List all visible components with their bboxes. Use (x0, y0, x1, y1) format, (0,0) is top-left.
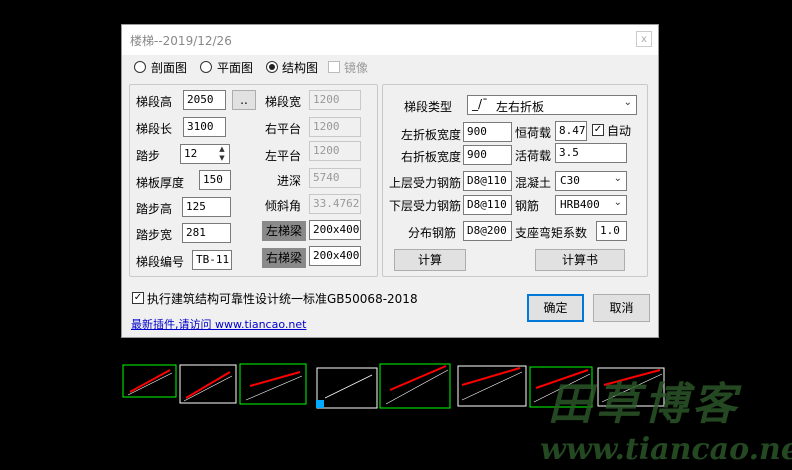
angle-label: 倾斜角 (265, 199, 302, 213)
depth-field: 5740 (309, 168, 361, 188)
mirror-label: 镜像 (344, 61, 369, 75)
cad-thumbnail-4 (316, 367, 378, 409)
stair-type-value: 左右折板 (496, 100, 545, 114)
right-platform-label: 右平台 (265, 122, 302, 136)
stair-type-label: 梯段类型 (404, 100, 453, 114)
left-platform-label: 左平台 (265, 149, 302, 163)
watermark-url: www.tiancao.net (540, 432, 792, 467)
auto-label: 自动 (607, 124, 632, 138)
left-beam-input[interactable]: 200x400 (309, 220, 361, 240)
live-load-label: 活荷载 (515, 149, 552, 163)
moment-coef-label: 支座弯矩系数 (515, 226, 588, 240)
live-load-input[interactable]: 3.5 (555, 143, 627, 163)
slab-thickness-input[interactable]: 150 (199, 170, 231, 190)
left-beam-button[interactable]: 左梯梁 (262, 221, 306, 241)
title-bar: 楼梯--2019/12/26 x (122, 25, 658, 55)
dialog-title: 楼梯--2019/12/26 (130, 34, 232, 48)
section-view-label: 剖面图 (151, 61, 188, 75)
segment-code-label: 梯段编号 (136, 255, 185, 269)
mirror-checkbox[interactable] (328, 61, 340, 73)
right-platform-field: 1200 (309, 117, 361, 137)
right-fold-width-label: 右折板宽度 (401, 150, 462, 164)
standard-label: 执行建筑结构可靠性设计统一标准GB50068-2018 (147, 292, 418, 306)
segment-code-input[interactable]: TB-11 (192, 250, 232, 270)
step-height-input[interactable]: 125 (182, 197, 231, 217)
lower-rebar-label: 下层受力钢筋 (389, 199, 462, 213)
chevron-down-icon: ⌄ (623, 97, 632, 108)
ok-button[interactable]: 确定 (527, 294, 584, 322)
left-platform-field: 1200 (309, 141, 361, 161)
segment-length-input[interactable]: 3100 (183, 117, 226, 137)
right-beam-button[interactable]: 右梯梁 (262, 248, 306, 268)
stair-type-select[interactable]: _/¯ 左右折板 ⌄ (467, 95, 637, 115)
left-fold-width-input[interactable]: 900 (463, 122, 512, 142)
cad-thumbnail-1 (122, 364, 177, 398)
cad-thumbnail-5 (379, 363, 451, 409)
step-width-input[interactable]: 281 (182, 223, 231, 243)
left-fold-width-label: 左折板宽度 (401, 128, 462, 142)
concrete-label: 混凝土 (515, 176, 552, 190)
angle-field: 33.47627 (309, 194, 361, 214)
segment-height-input[interactable]: 2050 (183, 90, 226, 110)
chevron-down-icon: ⌄ (613, 197, 622, 208)
calc-button[interactable]: 计算 (394, 249, 466, 271)
dist-rebar-input[interactable]: D8@200 (463, 221, 512, 241)
dead-load-label: 恒荷载 (515, 126, 552, 140)
update-link[interactable]: 最新插件,请访问 www.tiancao.net (131, 316, 306, 332)
segment-width-label: 梯段宽 (265, 95, 302, 109)
cad-thumbnail-2 (179, 364, 237, 404)
rebar-value: HRB400 (560, 198, 600, 211)
radio-plan-view[interactable] (200, 61, 212, 73)
cad-thumbnail-3 (239, 363, 307, 405)
structure-view-label: 结构图 (282, 61, 319, 75)
fold-slab-icon: _/¯ (472, 97, 489, 111)
auto-checkbox[interactable]: ✓ (592, 124, 604, 136)
concrete-select[interactable]: C30 ⌄ (555, 171, 627, 191)
upper-rebar-label: 上层受力钢筋 (389, 176, 462, 190)
step-height-label: 踏步高 (136, 202, 173, 216)
cad-thumbnail-6 (457, 365, 527, 407)
browse-button[interactable]: .. (232, 90, 256, 110)
segment-width-field: 1200 (309, 90, 361, 110)
chevron-down-icon: ⌄ (613, 173, 622, 184)
radio-structure-view[interactable] (266, 61, 278, 73)
rebar-select[interactable]: HRB400 ⌄ (555, 195, 627, 215)
slab-thickness-label: 梯板厚度 (136, 176, 185, 190)
dead-load-input[interactable]: 8.47 (555, 121, 587, 141)
close-button[interactable]: x (636, 31, 652, 47)
steps-label: 踏步 (136, 149, 161, 163)
upper-rebar-input[interactable]: D8@110 (463, 171, 512, 191)
concrete-value: C30 (560, 174, 580, 187)
right-beam-input[interactable]: 200x400 (309, 246, 361, 266)
plan-view-label: 平面图 (217, 61, 254, 75)
stepper-arrows-icon[interactable]: ▲ ▼ (216, 145, 228, 163)
standard-checkbox[interactable]: ✓ (132, 292, 144, 304)
cancel-button[interactable]: 取消 (593, 294, 650, 322)
calc-book-button[interactable]: 计算书 (535, 249, 625, 271)
watermark-title: 田草博客 (548, 379, 740, 430)
radio-section-view[interactable] (134, 61, 146, 73)
segment-height-label: 梯段高 (136, 95, 173, 109)
depth-label: 进深 (277, 174, 302, 188)
right-fold-width-input[interactable]: 900 (463, 145, 512, 165)
stair-dialog: 楼梯--2019/12/26 x 剖面图 平面图 结构图 镜像 梯段高 2050… (121, 24, 659, 338)
step-width-label: 踏步宽 (136, 228, 173, 242)
dist-rebar-label: 分布钢筋 (408, 226, 457, 240)
moment-coef-input[interactable]: 1.0 (596, 221, 627, 241)
lower-rebar-input[interactable]: D8@110 (463, 195, 512, 215)
rebar-label: 钢筋 (515, 199, 540, 213)
segment-length-label: 梯段长 (136, 122, 173, 136)
